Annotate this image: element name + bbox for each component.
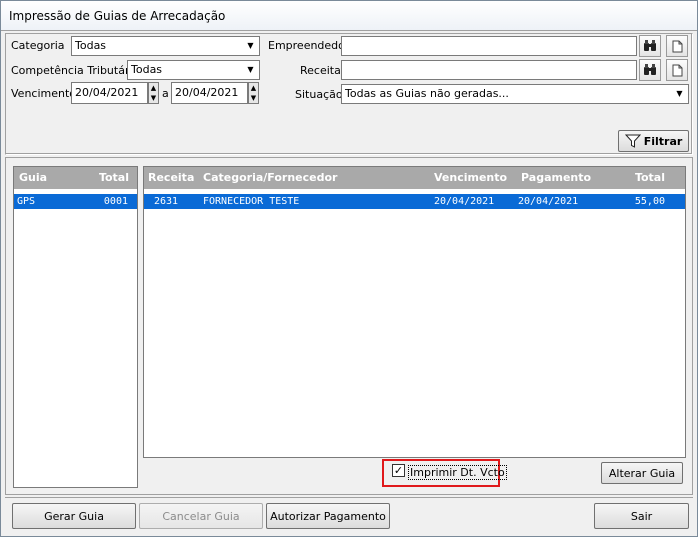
column-header-pagamento[interactable]: Pagamento [521, 171, 591, 184]
column-header-vencimento[interactable]: Vencimento [434, 171, 507, 184]
column-header-total[interactable]: Total [635, 171, 665, 184]
filtrar-label: Filtrar [643, 134, 683, 148]
situacao-label: Situação [295, 88, 343, 101]
categoria-cell: FORNECEDOR TESTE [203, 196, 300, 207]
empreendedor-label: Empreendedor [268, 39, 350, 52]
filtrar-button[interactable]: Filtrar [618, 130, 689, 152]
situacao-select[interactable]: Todas as Guias não geradas... ▼ [341, 84, 689, 104]
main-window: Impressão de Guias de Arrecadação Catego… [0, 0, 698, 537]
guias-row[interactable]: GPS 0001 [14, 194, 137, 209]
total-cell: 55,00 [634, 196, 665, 207]
vencimento-from-field[interactable]: 20/04/2021 [71, 82, 148, 104]
categoria-label: Categoria [11, 39, 65, 52]
spin-up-icon[interactable]: ▲ [149, 83, 158, 93]
gerar-guia-button[interactable]: Gerar Guia [12, 503, 136, 529]
receita-field[interactable] [341, 60, 637, 80]
vencimento-to-field[interactable]: 20/04/2021 [171, 82, 248, 104]
situacao-value: Todas as Guias não geradas... [345, 87, 509, 100]
guia-cell: GPS [17, 196, 36, 207]
binoculars-icon [644, 40, 656, 51]
spin-down-icon[interactable]: ▼ [149, 93, 158, 103]
alterar-guia-button[interactable]: Alterar Guia [601, 462, 683, 484]
column-header-receita[interactable]: Receita [148, 171, 194, 184]
autorizar-pagamento-button[interactable]: Autorizar Pagamento [266, 503, 390, 529]
guia-total-cell: 0001 [103, 196, 128, 207]
receita-label: Receita [300, 64, 341, 77]
sair-button[interactable]: Sair [594, 503, 689, 529]
empreendedor-search-button[interactable] [639, 35, 661, 57]
receitas-list-header: Receita Categoria/Fornecedor Vencimento … [144, 167, 685, 189]
receita-new-button[interactable] [666, 59, 688, 81]
column-header-total[interactable]: Total [99, 171, 129, 184]
chevron-down-icon[interactable]: ▼ [672, 86, 687, 102]
receitas-row[interactable]: 2631 FORNECEDOR TESTE 20/04/2021 20/04/2… [144, 194, 685, 209]
vencimento-cell: 20/04/2021 [434, 196, 495, 207]
guias-list[interactable]: Guia Total GPS 0001 [13, 166, 138, 488]
categoria-select[interactable]: Todas ▼ [71, 36, 260, 56]
vencimento-separator: a [162, 87, 169, 100]
column-header-guia[interactable]: Guia [19, 171, 47, 184]
receita-cell: 2631 [154, 196, 179, 207]
funnel-icon [624, 134, 641, 148]
spin-down-icon[interactable]: ▼ [249, 93, 258, 103]
guias-list-header: Guia Total [14, 167, 137, 189]
categoria-value: Todas [75, 39, 107, 52]
competencia-select[interactable]: Todas ▼ [127, 60, 260, 80]
window-title: Impressão de Guias de Arrecadação [1, 1, 697, 31]
spin-up-icon[interactable]: ▲ [249, 83, 258, 93]
imprimir-dt-vcto-checkbox[interactable]: ✓ [392, 464, 405, 477]
receitas-list[interactable]: Receita Categoria/Fornecedor Vencimento … [143, 166, 686, 458]
vencimento-to-spinner[interactable]: ▲ ▼ [248, 82, 259, 104]
new-document-icon [672, 40, 682, 52]
binoculars-icon [644, 64, 656, 75]
pagamento-cell: 20/04/2021 [518, 196, 579, 207]
chevron-down-icon[interactable]: ▼ [243, 38, 258, 54]
chevron-down-icon[interactable]: ▼ [243, 62, 258, 78]
vencimento-from-spinner[interactable]: ▲ ▼ [148, 82, 159, 104]
checkmark-icon: ✓ [393, 464, 404, 477]
imprimir-dt-vcto-label[interactable]: Imprimir Dt. Vcto [408, 465, 507, 480]
new-document-icon [672, 64, 682, 76]
receita-search-button[interactable] [639, 59, 661, 81]
competencia-value: Todas [131, 63, 163, 76]
empreendedor-field[interactable] [341, 36, 637, 56]
empreendedor-new-button[interactable] [666, 35, 688, 57]
competencia-label: Competência Tributária [11, 64, 140, 77]
vencimento-label: Vencimento [11, 87, 77, 100]
cancelar-guia-button[interactable]: Cancelar Guia [139, 503, 263, 529]
column-header-categoria[interactable]: Categoria/Fornecedor [203, 171, 337, 184]
